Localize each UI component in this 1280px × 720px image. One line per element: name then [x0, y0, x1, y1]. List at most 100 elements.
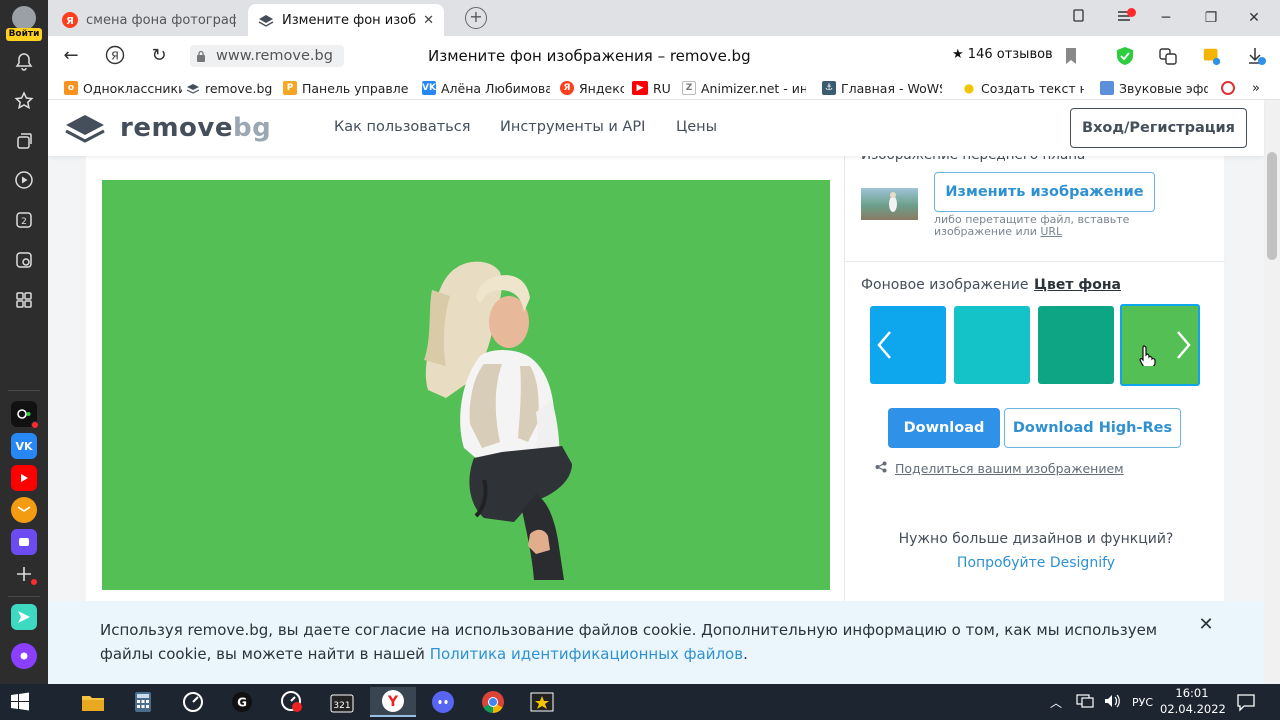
video-editor-icon[interactable] — [522, 687, 562, 717]
bookmark-item[interactable]: Звуковые эффе — [1100, 80, 1208, 96]
alice-app-icon[interactable] — [11, 401, 39, 429]
change-image-button[interactable]: Изменить изображение — [934, 172, 1155, 212]
sidebar-divider — [8, 390, 40, 391]
notification-dot — [31, 421, 39, 429]
svg-text:Я: Я — [66, 16, 74, 27]
tab-search[interactable]: Я смена фона фотографии — [52, 4, 246, 36]
tab-background-color[interactable]: Цвет фона — [1034, 277, 1121, 293]
language-indicator[interactable]: РУС — [1132, 696, 1153, 709]
reviews-link[interactable]: ★ 146 отзывов — [952, 47, 1053, 62]
download-hires-button[interactable]: Download High-Res — [1004, 408, 1181, 448]
apps-grid-icon[interactable] — [10, 286, 38, 314]
removebg-logo[interactable]: removebg — [64, 112, 271, 144]
bookmark-item[interactable] — [1221, 80, 1241, 96]
chrome-icon[interactable] — [473, 687, 513, 717]
bookmark-item[interactable]: Я Яндекс — [560, 80, 624, 96]
scrollbar-thumb[interactable] — [1267, 152, 1277, 260]
tab-removebg[interactable]: Измените фон изображения ✕ — [248, 4, 444, 36]
bookmark-item[interactable]: o Одноклассники — [64, 80, 182, 96]
screenshot-icon[interactable] — [10, 246, 38, 274]
menu-icon[interactable] — [1114, 8, 1136, 28]
bookmark-label: Яндекс — [579, 80, 624, 96]
result-image — [102, 180, 830, 590]
send-app-icon[interactable] — [11, 604, 37, 630]
foreground-thumbnail[interactable] — [861, 188, 918, 220]
media-player-icon[interactable]: 321 — [322, 687, 362, 717]
messenger-app-icon[interactable] — [11, 529, 37, 555]
mail-app-icon[interactable] — [11, 497, 37, 523]
recorder-icon[interactable] — [272, 687, 312, 717]
downloads-icon[interactable] — [1246, 46, 1266, 66]
extension-icon[interactable] — [1202, 46, 1222, 66]
nav-how-to[interactable]: Как пользоваться — [334, 119, 470, 135]
bookmark-item[interactable]: P Панель управлен — [283, 80, 409, 96]
star-icon[interactable] — [10, 87, 38, 115]
cookie-end: . — [743, 645, 748, 663]
discord-icon[interactable] — [423, 687, 463, 717]
alice-voice-icon[interactable] — [11, 643, 37, 669]
translate-icon[interactable] — [1158, 46, 1178, 66]
nav-pricing[interactable]: Цены — [676, 119, 717, 135]
tabs-menu-icon[interactable] — [1069, 8, 1089, 28]
nav-tools-api[interactable]: Инструменты и API — [500, 119, 645, 135]
tab-background-image[interactable]: Фоновое изображение — [861, 277, 1029, 293]
back-button[interactable]: ← — [60, 45, 82, 67]
collections-icon[interactable] — [10, 127, 38, 155]
protect-shield-icon[interactable] — [1115, 46, 1135, 66]
bookmark-icon[interactable] — [1061, 46, 1081, 66]
tab-strip: Я смена фона фотографии Измените фон изо… — [48, 0, 1280, 36]
designify-link[interactable]: Попробуйте Designify — [957, 555, 1115, 571]
vk-app-icon[interactable]: VK — [11, 433, 37, 459]
page-scrollbar[interactable] — [1264, 100, 1280, 684]
logitech-icon[interactable]: G — [222, 687, 262, 717]
color-swatch[interactable] — [954, 306, 1030, 384]
windows-start-icon[interactable] — [10, 692, 30, 712]
yandex-browser-icon[interactable]: Y — [370, 687, 416, 717]
wows-icon: ⚓ — [822, 81, 836, 95]
color-swatch[interactable] — [870, 306, 946, 384]
chevron-up-icon[interactable]: ︿ — [1050, 694, 1062, 711]
close-icon[interactable]: ✕ — [423, 13, 434, 28]
yandex-home-icon[interactable]: Я — [104, 45, 126, 67]
color-swatch[interactable] — [1038, 306, 1114, 384]
reload-button[interactable]: ↻ — [148, 45, 170, 67]
clock[interactable]: 16:01 02.04.2022 — [1160, 685, 1226, 717]
cookie-policy-link[interactable]: Политика идентификационных файлов — [430, 645, 743, 663]
share-icon — [875, 461, 887, 476]
minimize-button[interactable]: ─ — [1156, 8, 1176, 28]
bookmark-item[interactable]: VK Алёна Любимова — [422, 80, 550, 96]
add-app-icon[interactable] — [10, 560, 38, 588]
download-button[interactable]: Download — [888, 408, 1000, 448]
login-register-button[interactable]: Вход/Регистрация — [1070, 108, 1247, 148]
counter-icon[interactable]: 2 — [10, 206, 38, 234]
close-icon[interactable]: ✕ — [1196, 615, 1216, 635]
bell-icon[interactable] — [10, 48, 38, 76]
share-link[interactable]: Поделиться вашим изображением — [875, 461, 1124, 476]
reviews-count: 146 отзывов — [967, 47, 1053, 62]
bookmark-item[interactable]: ● Создать текст на — [962, 80, 1084, 96]
color-swatch-selected[interactable] — [1120, 304, 1200, 386]
new-tab-button[interactable]: + — [465, 7, 487, 29]
url-field[interactable]: www.remove.bg — [190, 45, 344, 67]
restore-button[interactable]: ❐ — [1201, 8, 1221, 28]
play-icon[interactable] — [10, 166, 38, 194]
bookmark-item[interactable]: ⚓ Главная - WoWS — [822, 80, 942, 96]
url-link[interactable]: URL — [1040, 225, 1062, 238]
explorer-icon[interactable] — [73, 687, 113, 717]
network-icon[interactable] — [1076, 693, 1094, 711]
chevron-right-icon[interactable] — [1122, 306, 1198, 384]
login-avatar[interactable]: Войти — [6, 4, 42, 41]
notifications-icon[interactable] — [1236, 692, 1256, 716]
calculator-icon[interactable] — [123, 687, 163, 717]
volume-icon[interactable] — [1104, 694, 1120, 711]
bookmark-item[interactable]: ▶ RU — [632, 80, 672, 96]
bookmark-label: Алёна Любимова — [441, 80, 550, 96]
bookmark-item[interactable]: remove.bg — [186, 80, 276, 96]
more-bookmarks-icon[interactable]: » — [1252, 80, 1268, 96]
close-window-button[interactable]: ✕ — [1244, 8, 1264, 28]
speedometer-icon[interactable] — [173, 687, 213, 717]
chevron-left-icon[interactable] — [870, 306, 946, 384]
youtube-app-icon[interactable] — [11, 465, 37, 491]
bookmark-item[interactable]: Z Animizer.net - инс — [682, 80, 806, 96]
address-bar: ← Я ↻ www.remove.bg Измените фон изображ… — [48, 36, 1280, 76]
